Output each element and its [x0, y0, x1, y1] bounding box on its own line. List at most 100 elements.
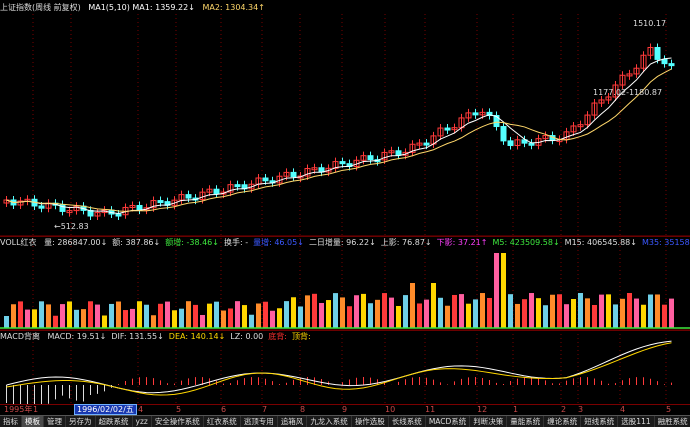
- instrument-title: 上证指数(周线 前复权): [0, 3, 81, 12]
- volume-bar: [130, 308, 135, 328]
- volume-bar: [137, 301, 142, 328]
- tab-4[interactable]: 超跌系统: [96, 416, 133, 427]
- indicator-tab-bar: 指标 模板 管理 另存为 超跌系统 yzz 安全操作系统 红衣系统 逃顶专用 追箱风 九龙入系统 操作…: [0, 415, 690, 427]
- volume-bar: [319, 302, 324, 328]
- volume-bar: [480, 293, 485, 328]
- volume-bar: [179, 308, 184, 328]
- candle-body: [185, 194, 192, 199]
- time-axis-label: 1: [513, 405, 519, 414]
- tab-8[interactable]: 逃顶专用: [241, 416, 278, 427]
- volume-bar: [284, 301, 289, 328]
- volume-bar: [522, 299, 527, 328]
- tab-9[interactable]: 追箱风: [278, 416, 308, 427]
- volume-bar: [151, 315, 156, 328]
- volume-bar: [459, 294, 464, 328]
- dea-line: [6, 342, 672, 396]
- volume-bar: [256, 303, 261, 328]
- tab-17[interactable]: 短线系统: [581, 416, 619, 427]
- tab-14[interactable]: 判断决策: [470, 416, 508, 427]
- tab-18[interactable]: 选股111: [618, 416, 655, 427]
- volume-bar: [354, 295, 359, 328]
- tab-12[interactable]: 长线系统: [389, 416, 426, 427]
- time-axis-label: 11: [425, 405, 436, 414]
- volume-indicator-bar: VOLL红衣 量: 286847.00↓ 额: 387.86↓ 额增: -38.46…: [0, 236, 690, 248]
- time-axis-label: 2: [561, 405, 567, 414]
- candle-body: [668, 63, 675, 67]
- volume-bar: [389, 297, 394, 328]
- volume-bar: [662, 304, 667, 328]
- volume-bar: [648, 294, 653, 328]
- price-annotation: ←512.83: [54, 222, 89, 231]
- macd-readout: DIF: 131.55↓: [111, 332, 164, 341]
- volume-bar: [564, 304, 569, 328]
- tab-10[interactable]: 九龙入系统: [307, 416, 352, 427]
- volume-bar: [487, 297, 492, 328]
- tab-19[interactable]: 融胜系统: [655, 416, 690, 427]
- volume-bar: [88, 301, 93, 328]
- volume-bar: [641, 304, 646, 328]
- volume-bar: [592, 304, 597, 328]
- time-axis-label: 4: [620, 405, 626, 414]
- volume-bar: [200, 314, 205, 328]
- ma1-line: [6, 57, 672, 214]
- tab-11[interactable]: 操作选股: [352, 416, 389, 427]
- volume-bar: [172, 310, 177, 328]
- volume-bar: [18, 301, 23, 328]
- volume-bar: [347, 306, 352, 328]
- volume-bar: [291, 297, 296, 328]
- macd-readout: LZ: 0.00: [230, 332, 264, 341]
- candle-body: [262, 177, 269, 182]
- volume-bar: [242, 305, 247, 328]
- tab-1[interactable]: 模板: [22, 416, 44, 427]
- volume-bar: [165, 301, 170, 328]
- volume-bar: [326, 300, 331, 328]
- volume-bar: [410, 283, 415, 328]
- volume-bar: [550, 294, 555, 328]
- candle-body: [234, 184, 241, 188]
- volume-bar: [536, 298, 541, 328]
- tab-3[interactable]: 另存为: [66, 416, 96, 427]
- tab-2[interactable]: 管理: [44, 416, 66, 427]
- volume-bar: [508, 294, 513, 328]
- volume-bar: [578, 293, 583, 328]
- volume-bar: [543, 305, 548, 328]
- tab-13[interactable]: MACD系统: [426, 416, 471, 427]
- candle-body: [654, 46, 661, 60]
- volume-bar: [116, 301, 121, 328]
- volume-bar: [60, 304, 65, 328]
- volume-bar: [186, 301, 191, 328]
- candle-body: [136, 204, 143, 211]
- tab-7[interactable]: 红衣系统: [204, 416, 241, 427]
- time-axis-label: 4: [138, 405, 144, 414]
- time-axis-label: 7: [262, 405, 268, 414]
- volume-bar: [438, 297, 443, 328]
- volume-bar: [158, 303, 163, 328]
- volume-readout: 二日增量: 96.22↓: [308, 238, 376, 247]
- volume-bar: [424, 299, 429, 328]
- tab-6[interactable]: 安全操作系统: [152, 416, 204, 427]
- chart-canvas: 1510.17 1177.02-1180.87 ←512.83: [0, 14, 690, 410]
- volume-bar: [529, 293, 534, 328]
- volume-bar: [95, 304, 100, 328]
- volume-readout: M15: 406545.88↓: [564, 238, 637, 247]
- time-axis-label: 12: [477, 405, 488, 414]
- tab-5[interactable]: yzz: [133, 416, 152, 427]
- candle-body: [661, 58, 668, 65]
- candle-body: [507, 140, 514, 146]
- volume-bar: [655, 294, 660, 328]
- volume-readout: 下影: 37.21↑: [436, 238, 488, 247]
- time-axis-label: 1: [33, 405, 39, 414]
- candle-body: [423, 142, 430, 146]
- volume-bar: [270, 310, 275, 328]
- volume-bar: [515, 303, 520, 328]
- candle-body: [38, 205, 45, 209]
- tab-0[interactable]: 指标: [0, 416, 22, 427]
- tab-15[interactable]: 量能系统: [507, 416, 545, 427]
- tab-16[interactable]: 缠论系统: [544, 416, 582, 427]
- price-indicator-bar: 上证指数(周线 前复权) MA1(5,10) MA1: 1359.22↓ MA2…: [0, 2, 690, 13]
- candle-body: [367, 155, 374, 161]
- volume-bar: [277, 308, 282, 328]
- volume-bar: [368, 303, 373, 328]
- volume-bar: [375, 299, 380, 328]
- volume-bar: [452, 294, 457, 328]
